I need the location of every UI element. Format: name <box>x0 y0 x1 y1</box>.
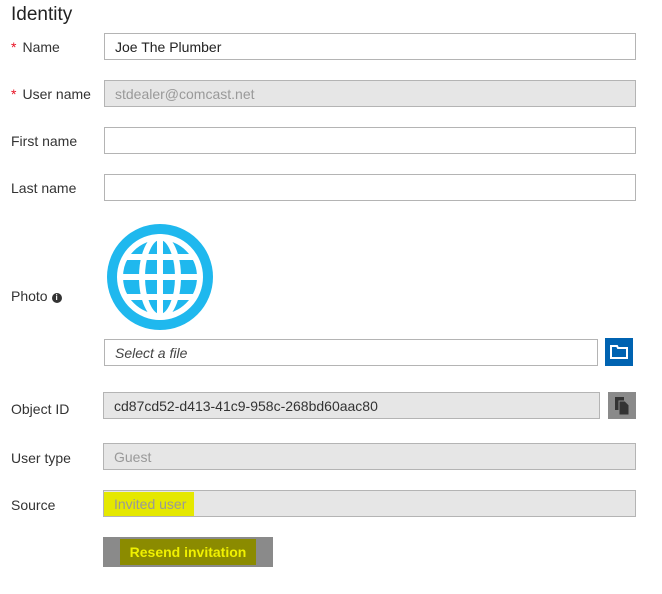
object-id-label: Object ID <box>11 401 70 417</box>
first-name-input[interactable] <box>104 127 636 154</box>
folder-icon <box>610 345 628 359</box>
user-type-label: User type <box>11 450 71 466</box>
globe-icon <box>107 224 213 330</box>
last-name-input[interactable] <box>104 174 636 201</box>
source-label: Source <box>11 497 56 513</box>
name-input[interactable]: Joe The Plumber <box>104 33 636 60</box>
copy-button[interactable] <box>608 392 636 419</box>
label-text: Photo <box>11 288 48 304</box>
required-marker: * <box>11 86 17 102</box>
object-id-input: cd87cd52-d413-41c9-958c-268bd60aac80 <box>103 392 600 419</box>
required-marker: * <box>11 39 17 55</box>
info-icon[interactable]: i <box>51 293 62 303</box>
source-input: Invited user <box>103 490 636 517</box>
name-label: * Name <box>11 39 60 55</box>
username-input: stdealer@comcast.net <box>104 80 636 107</box>
resend-invitation-label: Resend invitation <box>119 539 257 565</box>
label-text: User name <box>22 86 91 102</box>
last-name-label: Last name <box>11 180 77 196</box>
first-name-label: First name <box>11 133 78 149</box>
copy-icon <box>615 396 629 415</box>
section-title: Identity <box>11 4 73 25</box>
username-label: * User name <box>11 86 91 102</box>
photo-label: Photo i <box>11 288 62 304</box>
photo-file-input[interactable]: Select a file <box>104 339 598 366</box>
source-value: Invited user <box>104 491 195 516</box>
browse-file-button[interactable] <box>605 338 633 366</box>
label-text: Name <box>22 39 60 55</box>
user-type-input: Guest <box>103 443 636 470</box>
resend-invitation-button[interactable]: Resend invitation <box>103 537 273 567</box>
